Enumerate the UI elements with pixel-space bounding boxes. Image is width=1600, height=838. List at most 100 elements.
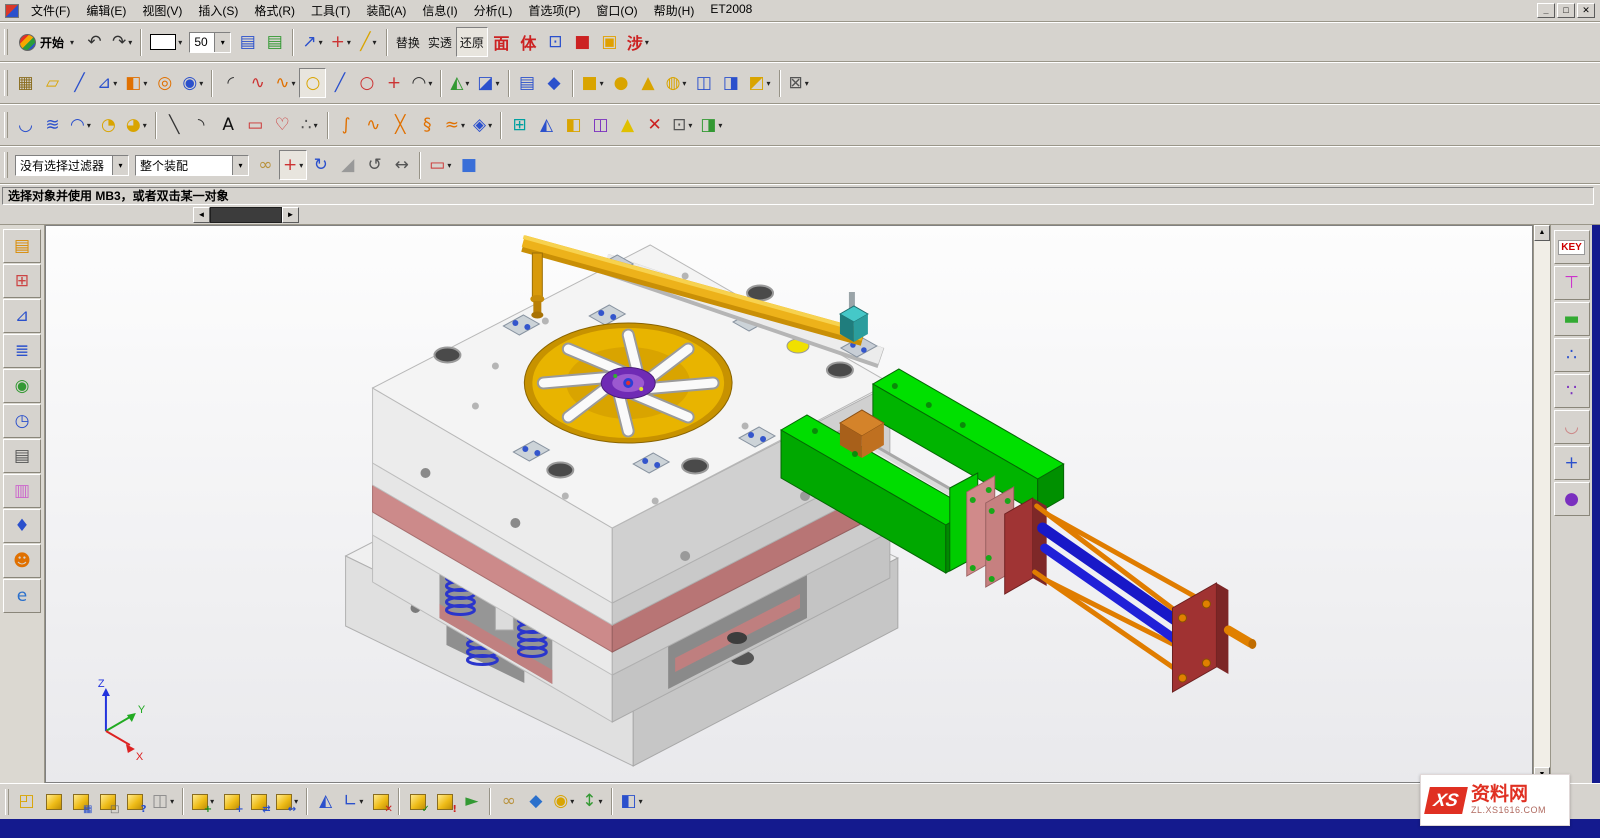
toolbar-grip[interactable] — [4, 29, 8, 55]
menu-item-9[interactable]: 分析(L) — [466, 0, 521, 21]
cube-blue2-icon[interactable]: ◨ — [717, 68, 744, 98]
hydraulic-cylinder[interactable] — [967, 476, 1257, 692]
warn-icon[interactable]: ▲ — [614, 110, 641, 140]
start-button[interactable]: 开始 ▾ — [12, 26, 81, 58]
section-curve-icon[interactable]: § — [414, 110, 441, 140]
red-cube-icon[interactable]: ■ — [569, 27, 596, 57]
unite-icon[interactable]: ◭▾ — [446, 68, 473, 98]
roller-palette-icon[interactable]: ▬ — [1554, 302, 1590, 336]
suppress-component-icon[interactable]: ✕ — [367, 787, 394, 817]
bridge-curve-icon[interactable]: ◜ — [217, 68, 244, 98]
assembly-navigator-icon[interactable]: ▤ — [3, 229, 41, 263]
sew-icon[interactable]: ◫ — [587, 110, 614, 140]
sphere-icon[interactable]: ◍▾ — [662, 68, 691, 98]
line-icon[interactable]: ╱ — [326, 68, 353, 98]
redo-icon[interactable]: ↷▾ — [108, 27, 136, 57]
spheres-palette-icon[interactable]: ∴ — [1554, 338, 1590, 372]
revolve-icon[interactable]: ◎ — [151, 68, 178, 98]
scroll-right-button[interactable]: ► — [282, 207, 299, 223]
layer-category-icon[interactable]: ▤ — [234, 27, 261, 57]
snap-point-icon[interactable]: +▾ — [279, 150, 307, 180]
menu-item-10[interactable]: 首选项(P) — [520, 0, 588, 21]
toolbar-grip[interactable] — [4, 70, 8, 96]
drag-icon[interactable]: ↔ — [388, 150, 415, 180]
scope-combo[interactable]: 整个装配▾ — [135, 155, 249, 176]
layer-visible-icon[interactable]: ▤ — [261, 27, 288, 57]
frame-icon[interactable]: ▣ — [596, 27, 623, 57]
layer-combo[interactable]: 50▾ — [189, 32, 231, 53]
info-component-icon[interactable]: ◉▾ — [549, 787, 578, 817]
dots-palette-icon[interactable]: ∵ — [1554, 374, 1590, 408]
cube-gold-icon[interactable]: ◩▾ — [744, 68, 774, 98]
menu-item-8[interactable]: 信息(I) — [414, 0, 465, 21]
copy-face-icon[interactable]: ⊡ — [542, 27, 569, 57]
rotate-view-icon[interactable]: ↻ — [307, 150, 334, 180]
body-button[interactable]: 体 — [515, 27, 542, 57]
explode-view-icon[interactable]: ◰ — [13, 787, 40, 817]
extract-curve-icon[interactable]: ≈▾ — [441, 110, 469, 140]
menu-item-1[interactable]: 文件(F) — [23, 0, 78, 21]
stacked-components-icon[interactable]: □ — [94, 787, 121, 817]
text-icon[interactable]: A — [215, 110, 242, 140]
scroll-thumb[interactable] — [210, 207, 282, 223]
toolbar-grip[interactable] — [4, 152, 8, 178]
project-curve-icon[interactable]: ∿ — [360, 110, 387, 140]
rotary-disc[interactable] — [524, 323, 732, 443]
spline-icon[interactable]: ∿ — [244, 68, 271, 98]
viewport-3d[interactable]: Z Y X — [46, 226, 1532, 782]
blue-solid-icon[interactable]: ◆ — [541, 68, 568, 98]
block-icon[interactable]: ■▾ — [578, 68, 608, 98]
cup-palette-icon[interactable]: ◡ — [1554, 410, 1590, 444]
notes-icon[interactable]: ▤ — [3, 439, 41, 473]
add-component-icon[interactable]: +▾ — [188, 787, 218, 817]
arrangements-icon[interactable]: ↕▾ — [578, 787, 606, 817]
datum-plane-icon[interactable]: ▱ — [39, 68, 66, 98]
spin-icon[interactable]: ↺ — [361, 150, 388, 180]
extrude-icon[interactable]: ◧▾ — [121, 68, 151, 98]
arc2-icon[interactable]: ◝ — [188, 110, 215, 140]
mirror-assembly-icon[interactable]: ◭ — [312, 787, 339, 817]
toolbar-grip[interactable] — [5, 789, 9, 815]
wave-blue-icon[interactable]: ◆ — [522, 787, 549, 817]
hole-icon[interactable]: ◉▾ — [178, 68, 207, 98]
cube-blue-icon[interactable]: ◫ — [690, 68, 717, 98]
gray-cube-icon[interactable]: ◫▾ — [148, 787, 178, 817]
scroll-left-button[interactable]: ◄ — [193, 207, 210, 223]
ruled-surface-icon[interactable]: ◠▾ — [66, 110, 95, 140]
assembly-constraint-icon[interactable]: ∟▾ — [339, 787, 367, 817]
constraint-x-icon[interactable]: ⊠▾ — [785, 68, 813, 98]
component-grid-icon[interactable]: ▦ — [67, 787, 94, 817]
tsquare-palette-icon[interactable]: ⊤ — [1554, 266, 1590, 300]
limit-switch[interactable] — [840, 292, 868, 342]
move-face-icon[interactable]: ◨▾ — [696, 110, 726, 140]
graphics-window[interactable]: Z Y X — [45, 225, 1533, 783]
vertical-scrollbar[interactable]: ▲ ▼ — [1533, 225, 1550, 783]
roles-icon[interactable]: ☻ — [3, 544, 41, 578]
copy-paste-icon[interactable]: ⊡▾ — [668, 110, 696, 140]
csys-icon[interactable]: +▾ — [327, 27, 355, 57]
component-icon[interactable] — [40, 787, 67, 817]
bend-icon[interactable]: ◕▾ — [122, 110, 151, 140]
point-set-icon[interactable]: ∴▾ — [296, 110, 323, 140]
eraser-icon[interactable]: ◢ — [334, 150, 361, 180]
translucent-button[interactable]: 实透 — [424, 27, 456, 57]
cross-palette-icon[interactable]: + — [1554, 446, 1590, 480]
move-component-icon[interactable]: ↔▾ — [272, 787, 302, 817]
close-button[interactable]: ✕ — [1577, 3, 1595, 18]
rect-select-icon[interactable]: ▭▾ — [425, 150, 455, 180]
undo-icon[interactable]: ↶ — [81, 27, 108, 57]
selection-filter-combo[interactable]: 没有选择过滤器▾ — [15, 155, 129, 176]
history-icon[interactable]: ◷ — [3, 404, 41, 438]
join-curve-icon[interactable]: ○ — [299, 68, 326, 98]
menu-item-13[interactable]: ET2008 — [702, 0, 760, 21]
reuse-library-icon[interactable]: ◉ — [3, 369, 41, 403]
maximize-button[interactable]: □ — [1557, 3, 1575, 18]
menu-item-4[interactable]: 插入(S) — [190, 0, 246, 21]
tools-icon[interactable]: ♦ — [3, 509, 41, 543]
minimize-button[interactable]: _ — [1537, 3, 1555, 18]
operation-navigator-icon[interactable]: ≣ — [3, 334, 41, 368]
instance-icon[interactable]: ⊞ — [506, 110, 533, 140]
wade-button[interactable]: 涉▾ — [623, 27, 653, 57]
datum-csys-icon[interactable]: ⊿▾ — [93, 68, 121, 98]
constraint-navigator-icon[interactable]: ⊞ — [3, 264, 41, 298]
